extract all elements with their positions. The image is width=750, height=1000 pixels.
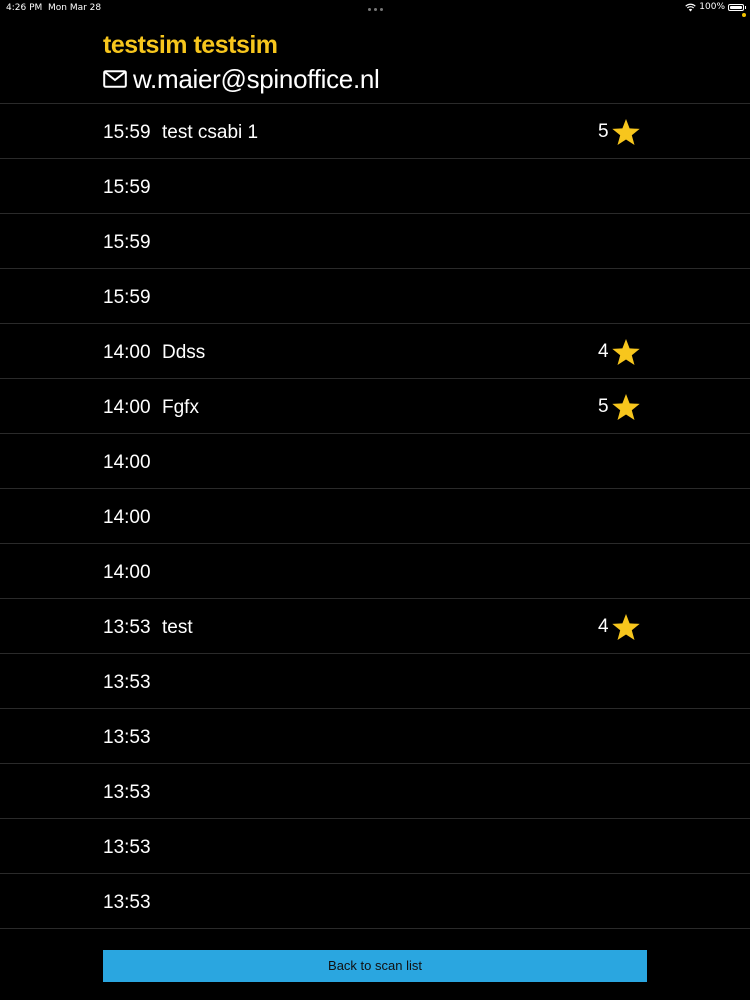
scan-time: 15:59 (103, 232, 151, 253)
scan-row[interactable]: 14:00 (0, 434, 750, 489)
scan-time: 13:53 (103, 892, 151, 913)
scan-time: 15:59 (103, 122, 151, 143)
rating-value: 5 (598, 396, 609, 417)
scan-row[interactable]: 15:59 test csabi 1 5 (0, 104, 750, 159)
scan-time: 14:00 (103, 397, 151, 418)
scan-row[interactable]: 14:00 (0, 489, 750, 544)
scan-time: 13:53 (103, 617, 151, 638)
scan-time: 14:00 (103, 562, 151, 583)
scan-time: 13:53 (103, 782, 151, 803)
scan-rating: 4 (598, 337, 641, 367)
scan-list: 15:59 test csabi 1 5 15:59 15:59 15:59 1… (0, 103, 750, 929)
multitasking-dots-icon[interactable] (368, 8, 383, 11)
scan-time: 15:59 (103, 287, 151, 308)
rating-value: 4 (598, 616, 609, 637)
scan-row[interactable]: 14:00 Ddss 4 (0, 324, 750, 379)
scan-rating: 5 (598, 117, 641, 147)
email-address[interactable]: w.maier@spinoffice.nl (133, 64, 380, 94)
battery-percent: 100% (699, 2, 725, 12)
scan-time: 13:53 (103, 727, 151, 748)
scan-time: 14:00 (103, 452, 151, 473)
scan-time: 13:53 (103, 672, 151, 693)
status-time: 4:26 PM (6, 3, 43, 13)
star-icon (611, 118, 640, 145)
scan-name: test (162, 617, 193, 638)
scan-row[interactable]: 13:53 (0, 654, 750, 709)
star-icon (611, 613, 640, 640)
scan-name: Fgfx (162, 397, 199, 418)
scan-row[interactable]: 13:53 (0, 874, 750, 929)
scan-row[interactable]: 13:53 (0, 709, 750, 764)
status-date: Mon Mar 28 (48, 3, 102, 13)
rating-value: 4 (598, 341, 609, 362)
rating-value: 5 (598, 121, 609, 142)
scan-rating: 5 (598, 392, 641, 422)
scan-name: Ddss (162, 342, 206, 363)
scan-rating: 4 (598, 612, 641, 642)
scan-time: 14:00 (103, 507, 151, 528)
contact-header: testsim testsim w.maier@spinoffice.nl (103, 30, 380, 94)
scan-row[interactable]: 13:53 (0, 764, 750, 819)
scan-row[interactable]: 13:53 (0, 819, 750, 874)
wifi-icon (685, 3, 696, 11)
scan-row[interactable]: 14:00 Fgfx 5 (0, 379, 750, 434)
scan-row[interactable]: 14:00 (0, 544, 750, 599)
status-right: 100% (685, 2, 746, 12)
user-name: testsim testsim (103, 31, 278, 59)
status-bar: 4:26 PM Mon Mar 28 100% (0, 0, 750, 17)
battery-icon (728, 3, 746, 11)
star-icon (611, 393, 640, 420)
scan-row[interactable]: 15:59 (0, 214, 750, 269)
scan-time: 13:53 (103, 837, 151, 858)
star-icon (611, 338, 640, 365)
scan-row[interactable]: 15:59 (0, 269, 750, 324)
scan-row[interactable]: 13:53 test 4 (0, 599, 750, 654)
scan-time: 14:00 (103, 342, 151, 363)
scan-name: test csabi 1 (162, 122, 259, 143)
recording-indicator-icon (742, 13, 746, 17)
scan-time: 15:59 (103, 177, 151, 198)
scan-row[interactable]: 15:59 (0, 159, 750, 214)
back-to-scan-list-button[interactable]: Back to scan list (103, 950, 647, 982)
mail-icon (103, 70, 127, 88)
email-row[interactable]: w.maier@spinoffice.nl (103, 64, 380, 94)
